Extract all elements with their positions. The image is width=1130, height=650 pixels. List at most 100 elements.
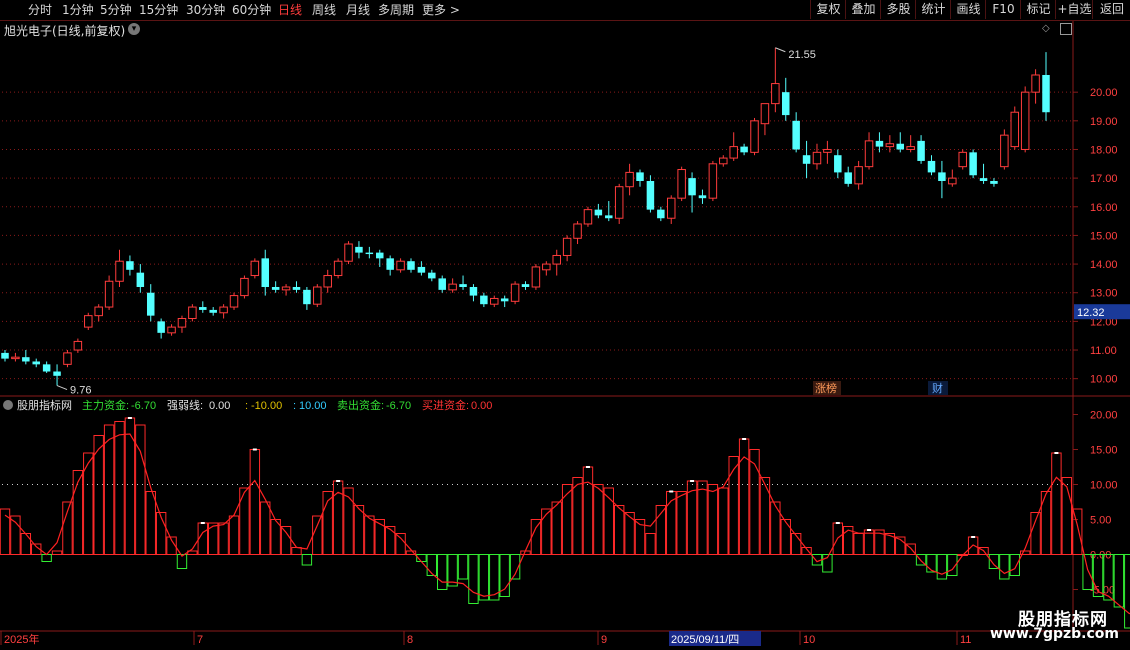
peak-marker: [971, 536, 976, 538]
candle: [219, 304, 228, 319]
candle-body: [760, 103, 770, 125]
price-tick-label: 10.00: [1090, 374, 1118, 386]
indicator-bar: [676, 491, 687, 555]
candle-body: [115, 260, 124, 282]
candle-body: [750, 120, 759, 153]
candle-body: [386, 258, 394, 270]
candle-body: [1042, 74, 1050, 113]
indicator-bar: [228, 515, 240, 555]
indicator-bar: [1124, 554, 1130, 629]
indicator-bar: [718, 487, 729, 555]
candle-body: [63, 352, 72, 365]
candle-body: [521, 284, 530, 287]
indicator-bar: [447, 554, 458, 587]
candle-body: [490, 297, 499, 305]
price-tick-label: 14.00: [1090, 259, 1118, 271]
indicator-bar: [437, 554, 448, 590]
price-tick-label: 19.00: [1090, 116, 1118, 128]
candle-body: [614, 186, 624, 219]
candle: [407, 258, 415, 273]
candle-body: [844, 172, 852, 184]
candle: [896, 132, 905, 153]
indicator-bar: [1030, 512, 1041, 555]
candle: [396, 258, 405, 273]
candle: [42, 361, 51, 373]
candle: [365, 246, 374, 259]
price-tick-label: 13.00: [1090, 288, 1118, 300]
candle-body: [771, 83, 780, 105]
indicator-bar: [707, 484, 719, 555]
candle: [605, 201, 613, 222]
candle-body: [1031, 74, 1040, 93]
chart-area[interactable]: 20.00 19.00 18.00 17.00 16.00 15.00 14.00 13.00…: [0, 0, 1130, 650]
candle: [303, 286, 311, 310]
candle: [22, 350, 30, 365]
candle-body: [896, 143, 905, 150]
candle-body: [927, 160, 936, 173]
candle-body: [636, 172, 644, 181]
indicator-tick-label: 5.00: [1090, 515, 1111, 527]
time-label: 9: [601, 634, 607, 646]
indicator-bar: [593, 484, 604, 555]
candle-body: [157, 321, 165, 333]
indicator-bar: [353, 505, 365, 555]
legend-value: 0.00: [471, 400, 492, 412]
indicator-bar: [645, 533, 656, 555]
candle: [657, 206, 665, 222]
candle-body: [438, 278, 446, 290]
candle-body: [22, 357, 30, 362]
candle: [157, 318, 165, 339]
candle: [614, 183, 624, 224]
peak-marker: [200, 522, 205, 524]
legend-value: -10.00: [251, 400, 282, 412]
candle-body: [646, 180, 655, 210]
candle-body: [864, 140, 874, 168]
candle-body: [376, 252, 384, 259]
candle-body: [834, 155, 842, 173]
candle-body: [1, 352, 9, 359]
candle-body: [407, 261, 415, 270]
candle: [542, 261, 551, 276]
candle: [864, 132, 874, 170]
candle-body: [542, 263, 551, 271]
legend-label: :: [245, 400, 248, 412]
candle-body: [344, 243, 353, 262]
candle-body: [906, 146, 915, 150]
candle-body: [261, 258, 269, 287]
candle-body: [84, 315, 93, 328]
indicator-bar: [103, 424, 115, 555]
candle: [927, 155, 936, 176]
candle: [885, 135, 895, 153]
candle-body: [126, 261, 134, 270]
time-label: 10: [803, 634, 815, 646]
candle-body: [396, 260, 405, 271]
indicator-bar: [613, 505, 625, 555]
candle: [782, 77, 790, 121]
high-marker-line: [775, 47, 786, 53]
peak-marker: [835, 522, 840, 524]
candle: [1, 350, 9, 362]
candle-body: [104, 280, 114, 308]
candle-body: [990, 180, 998, 184]
candle-body: [136, 272, 145, 287]
candle: [271, 281, 280, 293]
candle-body: [480, 295, 488, 305]
candle-body: [698, 195, 707, 199]
indicator-bar: [291, 547, 302, 555]
candle-body: [199, 307, 207, 310]
indicator-bar: [145, 491, 156, 555]
indicator-bar: [988, 554, 1000, 569]
indicator-bar: [1113, 554, 1125, 608]
candle-body: [958, 151, 967, 168]
candle-body: [11, 356, 20, 360]
candle: [428, 269, 436, 282]
candle-body: [42, 364, 51, 372]
candle-body: [333, 260, 343, 277]
indicator-bar: [468, 554, 479, 604]
low-price-label: 9.76: [70, 385, 91, 397]
indicator-bar: [530, 519, 542, 555]
candle-body: [938, 172, 946, 181]
candle: [94, 304, 103, 322]
price-tick-label: 11.00: [1090, 345, 1117, 357]
candle: [63, 350, 72, 368]
